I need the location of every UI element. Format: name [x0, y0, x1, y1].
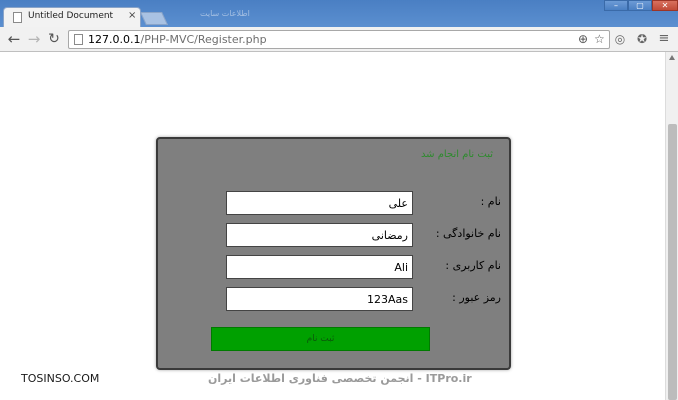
vertical-scrollbar[interactable]: [665, 52, 678, 400]
username-label: نام کاربری :: [445, 259, 501, 272]
username-input[interactable]: [226, 255, 413, 279]
itpro-watermark: ITPro.ir - انجمن تخصصی فناوری اطلاعات ای…: [208, 372, 472, 385]
browser-toolbar: ← → ↻ 127.0.0.1/PHP-MVC/Register.php ⊕ ☆…: [0, 27, 678, 52]
zoom-icon[interactable]: ⊕: [578, 32, 588, 46]
register-form-panel: ثبت نام انجام شد نام : نام خانوادگی : نا…: [156, 137, 511, 370]
back-arrow-icon[interactable]: ←: [5, 30, 23, 48]
register-submit-button[interactable]: ثبت نام: [211, 327, 430, 351]
password-input[interactable]: [226, 287, 413, 311]
success-message: ثبت نام انجام شد: [420, 149, 493, 160]
browser-window: Untitled Document × اطلاعات سایت – ▢ ✕ ←…: [0, 0, 678, 400]
minimize-button[interactable]: –: [604, 0, 628, 11]
page-icon: [74, 34, 83, 45]
new-tab-button[interactable]: [139, 12, 169, 25]
menu-icon[interactable]: ≡: [657, 32, 671, 46]
last-name-input[interactable]: [226, 223, 413, 247]
password-row: رمز عبور :: [158, 287, 509, 311]
tab-close-icon[interactable]: ×: [128, 10, 136, 21]
scroll-up-arrow-icon[interactable]: [669, 55, 675, 60]
tosinso-watermark: TOSINSO.COM: [21, 372, 100, 385]
background-tab-title: اطلاعات سایت: [200, 9, 250, 18]
last-name-row: نام خانوادگی :: [158, 223, 509, 247]
tab-untitled-document[interactable]: Untitled Document ×: [3, 7, 141, 27]
bookmark-star-icon[interactable]: ☆: [594, 32, 605, 46]
first-name-label: نام :: [480, 195, 501, 208]
maximize-button[interactable]: ▢: [628, 0, 652, 11]
tab-strip: Untitled Document × اطلاعات سایت – ▢ ✕: [0, 0, 678, 27]
url-host: 127.0.0.1: [88, 33, 141, 46]
url-path: /PHP-MVC/Register.php: [140, 33, 267, 46]
globe-icon[interactable]: ◎: [613, 32, 627, 46]
password-label: رمز عبور :: [452, 291, 501, 304]
window-controls: – ▢ ✕: [604, 0, 678, 11]
username-row: نام کاربری :: [158, 255, 509, 279]
page-icon: [13, 12, 22, 23]
extension-icon[interactable]: ✪: [635, 32, 649, 46]
first-name-row: نام :: [158, 191, 509, 215]
last-name-label: نام خانوادگی :: [435, 227, 501, 240]
tab-title: Untitled Document: [28, 11, 114, 21]
address-url[interactable]: 127.0.0.1/PHP-MVC/Register.php: [88, 33, 267, 46]
scrollbar-thumb[interactable]: [668, 124, 677, 400]
close-window-button[interactable]: ✕: [652, 0, 678, 11]
forward-arrow-icon[interactable]: →: [25, 30, 43, 48]
reload-icon[interactable]: ↻: [45, 30, 63, 48]
address-bar[interactable]: 127.0.0.1/PHP-MVC/Register.php ⊕ ☆: [68, 30, 610, 49]
first-name-input[interactable]: [226, 191, 413, 215]
